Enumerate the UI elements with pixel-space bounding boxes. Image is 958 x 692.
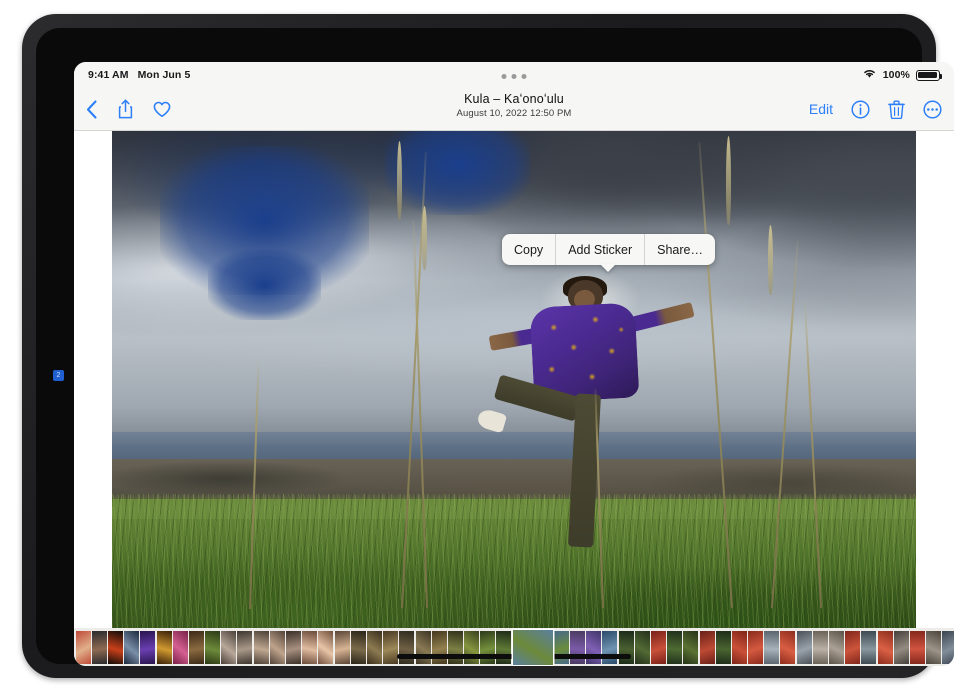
multitasking-handle[interactable] xyxy=(501,74,527,79)
back-button[interactable] xyxy=(86,99,98,119)
delete-button[interactable] xyxy=(888,100,905,119)
navigation-toolbar: Kula – Kaʻonoʻulu August 10, 2022 12:50 … xyxy=(74,88,954,131)
ipad-device-frame: 2 9:41 AM Mon Jun 5 100% Kula – Kaʻonoʻu… xyxy=(22,14,954,678)
toolbar-right-group: Edit xyxy=(809,99,942,119)
filmstrip-thumbnail[interactable] xyxy=(942,630,954,664)
stalk-seed-head xyxy=(768,225,774,295)
nav-title-block: Kula – Kaʻonoʻulu August 10, 2022 12:50 … xyxy=(354,92,674,120)
share-icon xyxy=(118,99,133,119)
filmstrip-thumbnail[interactable] xyxy=(318,630,334,664)
filmstrip-thumbnail[interactable] xyxy=(909,630,925,664)
filmstrip-thumbnail[interactable] xyxy=(334,630,350,664)
filmstrip-thumbnail-selected[interactable] xyxy=(512,629,553,665)
filmstrip-thumbnail[interactable] xyxy=(91,630,107,664)
device-bezel: 2 9:41 AM Mon Jun 5 100% Kula – Kaʻonoʻu… xyxy=(36,28,954,666)
filmstrip-thumbnail[interactable] xyxy=(269,630,285,664)
filmstrip-thumbnail[interactable] xyxy=(205,630,221,664)
filmstrip-thumbnail[interactable] xyxy=(253,630,269,664)
ellipsis-circle-icon xyxy=(923,99,942,119)
filmstrip-thumbnail[interactable] xyxy=(383,630,399,664)
stalk-seed-head xyxy=(396,140,402,221)
battery-fill xyxy=(918,71,938,78)
filmstrip-thumbnail[interactable] xyxy=(172,630,188,664)
status-bar-right: 100% xyxy=(862,66,943,84)
filmstrip-thumbnail[interactable] xyxy=(796,630,812,664)
heart-outline-icon xyxy=(153,101,171,117)
context-menu-popover: Copy Add Sticker Share… xyxy=(502,234,715,272)
menu-item-add-sticker[interactable]: Add Sticker xyxy=(555,234,644,265)
status-bar-left: 9:41 AM Mon Jun 5 xyxy=(88,69,190,81)
trash-icon xyxy=(888,100,905,119)
callout-marker: 2 xyxy=(53,370,64,381)
filmstrip-thumbnail[interactable] xyxy=(302,630,318,664)
filmstrip-thumbnail[interactable] xyxy=(366,630,382,664)
multitask-dot xyxy=(521,74,527,79)
filmstrip-thumbnail[interactable] xyxy=(188,630,204,664)
share-button[interactable] xyxy=(118,99,133,119)
wifi-icon xyxy=(862,66,877,84)
filmstrip-thumbnail[interactable] xyxy=(237,630,253,664)
toolbar-left-group xyxy=(86,99,171,119)
filmstrip-thumbnail[interactable] xyxy=(845,630,861,664)
ipad-screen: 9:41 AM Mon Jun 5 100% Kula – Kaʻonoʻulu… xyxy=(74,62,954,666)
filmstrip-thumbnail[interactable] xyxy=(650,630,666,664)
filmstrip-thumbnail[interactable] xyxy=(699,630,715,664)
filmstrip-thumbnail[interactable] xyxy=(926,630,942,664)
blue-sky-patch xyxy=(385,131,531,216)
filmstrip-thumbnail[interactable] xyxy=(667,630,683,664)
person-subject xyxy=(475,268,695,558)
filmstrip-thumbnail[interactable] xyxy=(634,630,650,664)
multitask-dot xyxy=(511,74,517,79)
filmstrip-thumbnail[interactable] xyxy=(893,630,909,664)
filmstrip-thumbnail[interactable] xyxy=(780,630,796,664)
blue-sky-patch xyxy=(208,250,322,320)
filmstrip-thumbnail[interactable] xyxy=(140,630,156,664)
filmstrip-thumbnail[interactable] xyxy=(748,630,764,664)
filmstrip-thumbnail[interactable] xyxy=(683,630,699,664)
info-button[interactable] xyxy=(851,99,870,119)
status-date: Mon Jun 5 xyxy=(137,69,191,81)
more-options-button[interactable] xyxy=(923,99,942,119)
filmstrip-thumbnail[interactable] xyxy=(350,630,366,664)
filmstrip-thumbnail[interactable] xyxy=(861,630,877,664)
multitask-dot xyxy=(501,74,507,79)
page-subtitle: August 10, 2022 12:50 PM xyxy=(456,108,572,119)
filmstrip-thumbnail[interactable] xyxy=(731,630,747,664)
filmstrip-thumbnail[interactable] xyxy=(764,630,780,664)
filmstrip-thumbnail[interactable] xyxy=(812,630,828,664)
chevron-left-icon xyxy=(86,99,97,119)
favorite-button[interactable] xyxy=(153,101,171,118)
filmstrip-thumbnail[interactable] xyxy=(286,630,302,664)
filmstrip-thumbnail[interactable] xyxy=(221,630,237,664)
menu-item-share[interactable]: Share… xyxy=(644,234,715,265)
filmstrip-thumbnail[interactable] xyxy=(829,630,845,664)
info-circle-icon xyxy=(851,99,870,119)
menu-caret xyxy=(600,264,617,272)
menu-item-copy[interactable]: Copy xyxy=(502,234,555,265)
edit-button[interactable]: Edit xyxy=(809,101,833,117)
filmstrip-thumbnail[interactable] xyxy=(107,630,123,664)
filmstrip-thumbnail[interactable] xyxy=(156,630,172,664)
status-time: 9:41 AM xyxy=(88,69,129,81)
photo-filmstrip[interactable] xyxy=(74,628,954,666)
battery-full-icon xyxy=(916,69,943,81)
filmstrip-thumbnail[interactable] xyxy=(124,630,140,664)
filmstrip-thumbnail[interactable] xyxy=(75,630,91,664)
page-title: Kula – Kaʻonoʻulu xyxy=(464,92,564,106)
filmstrip-thumbnail[interactable] xyxy=(715,630,731,664)
filmstrip-thumbnail[interactable] xyxy=(877,630,893,664)
photo-viewer: Copy Add Sticker Share… xyxy=(74,131,954,628)
stalk-seed-head xyxy=(421,205,427,271)
photo-image[interactable]: Copy Add Sticker Share… xyxy=(112,131,916,628)
battery-percent: 100% xyxy=(882,69,910,81)
